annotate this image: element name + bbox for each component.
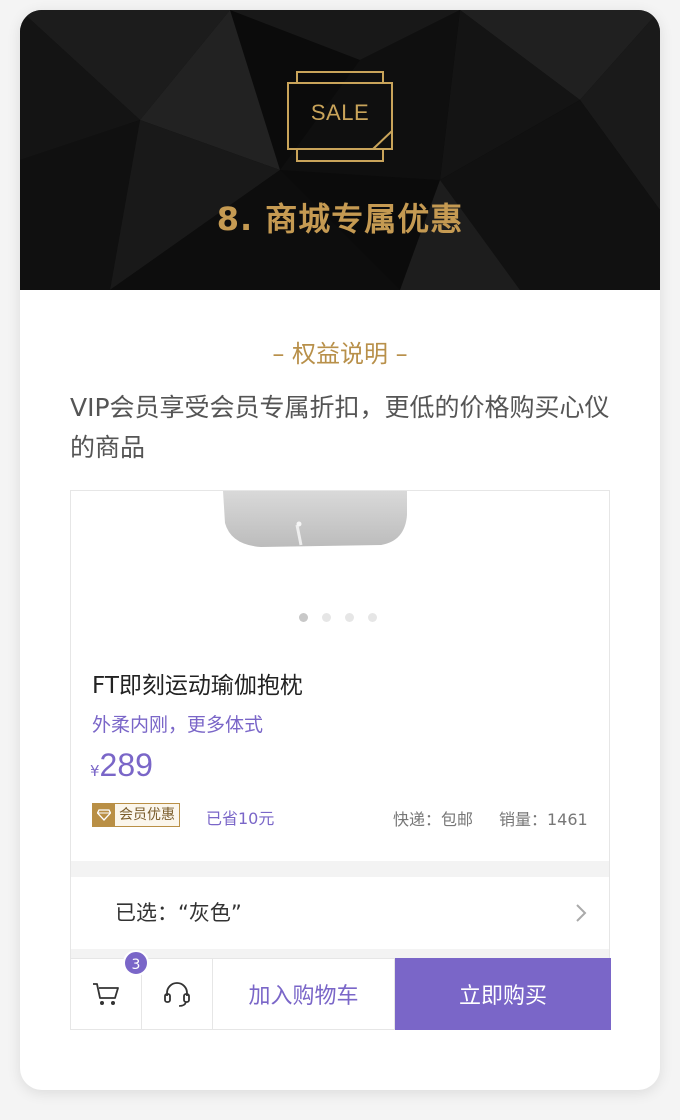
sale-badge-text: SALE — [310, 100, 370, 125]
selected-spec: 已选：“灰色” — [115, 901, 242, 925]
cart-button[interactable]: 3 — [71, 950, 149, 1029]
benefit-description: VIP会员享受会员专属折扣，更低的价格购买心仪的商品 — [70, 393, 610, 462]
action-bar: 3 加入购物车 立即购买 — [70, 950, 611, 1030]
sales-count: 销量：1461 — [499, 810, 588, 829]
product-preview: FT即刻运动瑜伽抱枕 外柔内刚，更多体式 ¥289 会员优惠 已省10元 快递：… — [70, 490, 610, 1030]
product-name: FT即刻运动瑜伽抱枕 — [92, 673, 303, 699]
section-title: 8. 商城专属优惠 — [216, 200, 464, 238]
benefit-card: SALE 8. 商城专属优惠 – 权益说明 – VIP会员享受会员专属折扣，更低… — [20, 10, 660, 1090]
cart-icon — [93, 983, 119, 1005]
divider — [71, 861, 609, 877]
headset-icon — [164, 982, 190, 1007]
carousel-dot[interactable] — [345, 613, 354, 622]
member-tag-label: 会员优惠 — [115, 804, 179, 826]
benefit-heading: – 权益说明 – — [272, 340, 408, 368]
shipping-info: 快递：包邮 — [393, 810, 474, 829]
carousel-dot[interactable] — [299, 613, 308, 622]
spec-selector[interactable]: 已选：“灰色” — [71, 877, 609, 949]
currency-symbol: ¥ — [90, 762, 100, 780]
customer-service-button[interactable] — [142, 959, 213, 1029]
carousel-indicator — [299, 607, 391, 622]
member-discount-tag: 会员优惠 — [92, 803, 180, 827]
hero-banner: SALE 8. 商城专属优惠 — [20, 10, 660, 290]
diamond-icon — [93, 804, 115, 826]
price-value: 289 — [99, 747, 153, 783]
carousel-dot[interactable] — [322, 613, 331, 622]
carousel-dot[interactable] — [368, 613, 377, 622]
saved-amount: 已省10元 — [206, 809, 275, 828]
product-price: ¥289 — [90, 747, 153, 784]
add-to-cart-button[interactable]: 加入购物车 — [213, 959, 395, 1029]
buy-now-button[interactable]: 立即购买 — [395, 958, 611, 1030]
product-subtitle: 外柔内刚，更多体式 — [92, 714, 264, 736]
chevron-right-icon — [576, 904, 587, 922]
product-image[interactable] — [221, 491, 411, 549]
